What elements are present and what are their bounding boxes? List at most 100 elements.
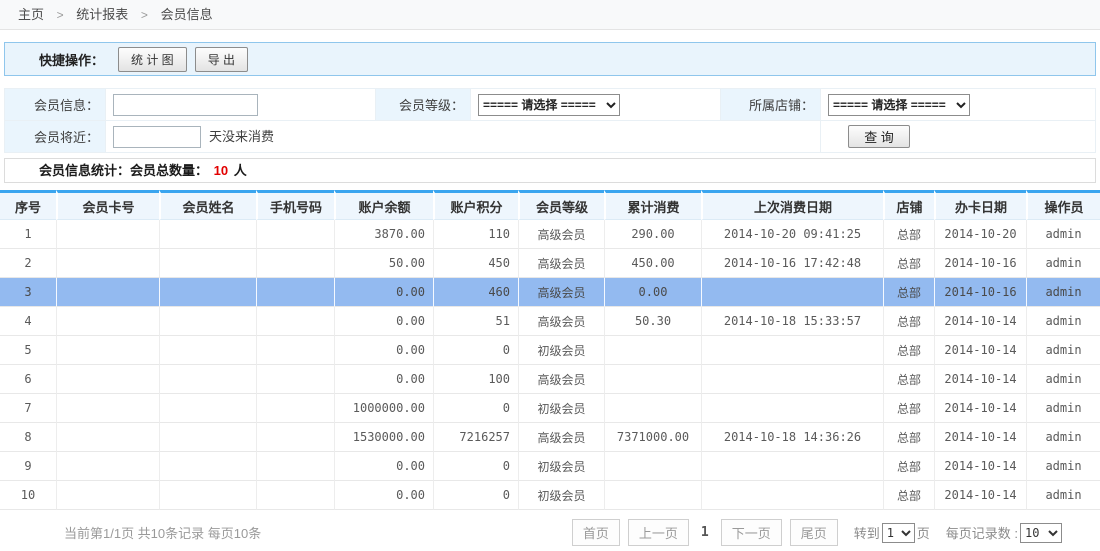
table-cell xyxy=(159,423,256,452)
table-cell: 2014-10-14 xyxy=(934,481,1026,510)
table-cell: 1530000.00 xyxy=(334,423,433,452)
table-cell: 460 xyxy=(433,278,518,307)
table-cell: 9 xyxy=(0,452,56,481)
table-cell: 450.00 xyxy=(604,249,701,278)
table-cell xyxy=(256,365,334,394)
table-cell: 1 xyxy=(0,220,56,249)
table-cell: 0 xyxy=(433,336,518,365)
table-cell: 总部 xyxy=(883,220,934,249)
goto-page-select[interactable]: 1 xyxy=(882,523,915,543)
table-cell: 0.00 xyxy=(334,481,433,510)
table-header-row: 序号会员卡号会员姓名手机号码账户余额账户积分会员等级累计消费上次消费日期店铺办卡… xyxy=(0,190,1100,220)
days-input[interactable] xyxy=(113,126,201,148)
table-row[interactable]: 40.0051高级会员50.302014-10-18 15:33:57总部201… xyxy=(0,307,1100,336)
table-cell xyxy=(604,336,701,365)
filter-form: 会员信息： 会员等级： ===== 请选择 ===== 所属店铺： ===== … xyxy=(4,88,1096,153)
store-select[interactable]: ===== 请选择 ===== xyxy=(828,94,970,116)
table-cell xyxy=(56,336,159,365)
table-cell: 7216257 xyxy=(433,423,518,452)
table-row[interactable]: 81530000.007216257高级会员7371000.002014-10-… xyxy=(0,423,1100,452)
table-row[interactable]: 60.00100高级会员总部2014-10-14admin xyxy=(0,365,1100,394)
table-cell xyxy=(256,278,334,307)
table-cell: 高级会员 xyxy=(518,220,604,249)
table-cell: 初级会员 xyxy=(518,452,604,481)
table-cell: admin xyxy=(1026,307,1100,336)
table-cell: 0.00 xyxy=(604,278,701,307)
table-cell xyxy=(701,278,883,307)
export-button[interactable]: 导 出 xyxy=(195,47,248,72)
table-cell xyxy=(159,278,256,307)
table-row[interactable]: 100.000初级会员总部2014-10-14admin xyxy=(0,481,1100,510)
member-info-input[interactable] xyxy=(113,94,258,116)
table-row[interactable]: 71000000.000初级会员总部2014-10-14admin xyxy=(0,394,1100,423)
table-cell: 50.00 xyxy=(334,249,433,278)
table-cell: 2014-10-14 xyxy=(934,365,1026,394)
table-cell: 2 xyxy=(0,249,56,278)
table-cell xyxy=(159,365,256,394)
table-cell: 总部 xyxy=(883,249,934,278)
table-cell: 0 xyxy=(433,394,518,423)
table-cell: 7371000.00 xyxy=(604,423,701,452)
table-cell: 初级会员 xyxy=(518,336,604,365)
table-cell: 50.30 xyxy=(604,307,701,336)
table-cell: 初级会员 xyxy=(518,481,604,510)
table-cell: 2014-10-18 14:36:26 xyxy=(701,423,883,452)
chart-button[interactable]: 统 计 图 xyxy=(118,47,187,72)
table-cell xyxy=(56,249,159,278)
table-cell xyxy=(256,394,334,423)
table-cell: 高级会员 xyxy=(518,423,604,452)
days-suffix: 天没来消费 xyxy=(209,129,274,144)
table-row[interactable]: 13870.00110高级会员290.002014-10-20 09:41:25… xyxy=(0,220,1100,249)
table-cell: 5 xyxy=(0,336,56,365)
column-header: 办卡日期 xyxy=(934,190,1026,220)
table-cell: admin xyxy=(1026,365,1100,394)
quick-actions-label: 快捷操作： xyxy=(39,50,104,69)
column-header: 会员姓名 xyxy=(159,190,256,220)
table-cell: 总部 xyxy=(883,452,934,481)
table-cell: 高级会员 xyxy=(518,278,604,307)
table-cell xyxy=(159,220,256,249)
column-header: 账户积分 xyxy=(433,190,518,220)
table-row[interactable]: 50.000初级会员总部2014-10-14admin xyxy=(0,336,1100,365)
breadcrumb-member-info[interactable]: 会员信息 xyxy=(161,7,213,22)
table-cell: 总部 xyxy=(883,365,934,394)
table-cell: 0.00 xyxy=(334,278,433,307)
table-row[interactable]: 90.000初级会员总部2014-10-14admin xyxy=(0,452,1100,481)
table-cell xyxy=(256,249,334,278)
table-cell: 总部 xyxy=(883,423,934,452)
table-cell: admin xyxy=(1026,249,1100,278)
table-cell: 0.00 xyxy=(334,336,433,365)
breadcrumb-home[interactable]: 主页 xyxy=(18,7,44,22)
table-cell: 0 xyxy=(433,481,518,510)
query-button[interactable]: 查 询 xyxy=(848,125,910,148)
table-cell: 6 xyxy=(0,365,56,394)
table-cell: 2014-10-20 xyxy=(934,220,1026,249)
last-page-button[interactable]: 尾页 xyxy=(790,519,838,546)
table-cell: 110 xyxy=(433,220,518,249)
table-cell xyxy=(701,365,883,394)
table-cell: admin xyxy=(1026,336,1100,365)
prev-page-button[interactable]: 上一页 xyxy=(628,519,689,546)
table-cell xyxy=(159,249,256,278)
next-page-button[interactable]: 下一页 xyxy=(721,519,782,546)
table-cell: admin xyxy=(1026,423,1100,452)
page-size-select[interactable]: 10 xyxy=(1020,523,1062,543)
table-cell: 0.00 xyxy=(334,307,433,336)
table-cell xyxy=(701,452,883,481)
table-cell xyxy=(701,336,883,365)
table-row[interactable]: 250.00450高级会员450.002014-10-16 17:42:48总部… xyxy=(0,249,1100,278)
table-cell: 2014-10-16 xyxy=(934,278,1026,307)
column-header: 序号 xyxy=(0,190,56,220)
table-cell: 初级会员 xyxy=(518,394,604,423)
table-cell xyxy=(604,481,701,510)
table-cell xyxy=(159,307,256,336)
first-page-button[interactable]: 首页 xyxy=(572,519,620,546)
column-header: 上次消费日期 xyxy=(701,190,883,220)
member-level-select[interactable]: ===== 请选择 ===== xyxy=(478,94,620,116)
quick-actions-bar: 快捷操作： 统 计 图 导 出 xyxy=(4,42,1096,76)
breadcrumb: 主页 > 统计报表 > 会员信息 xyxy=(0,0,1100,30)
table-row[interactable]: 30.00460高级会员0.00总部2014-10-16admin xyxy=(0,278,1100,307)
table-cell xyxy=(256,336,334,365)
breadcrumb-reports[interactable]: 统计报表 xyxy=(76,7,128,22)
table-cell: 290.00 xyxy=(604,220,701,249)
